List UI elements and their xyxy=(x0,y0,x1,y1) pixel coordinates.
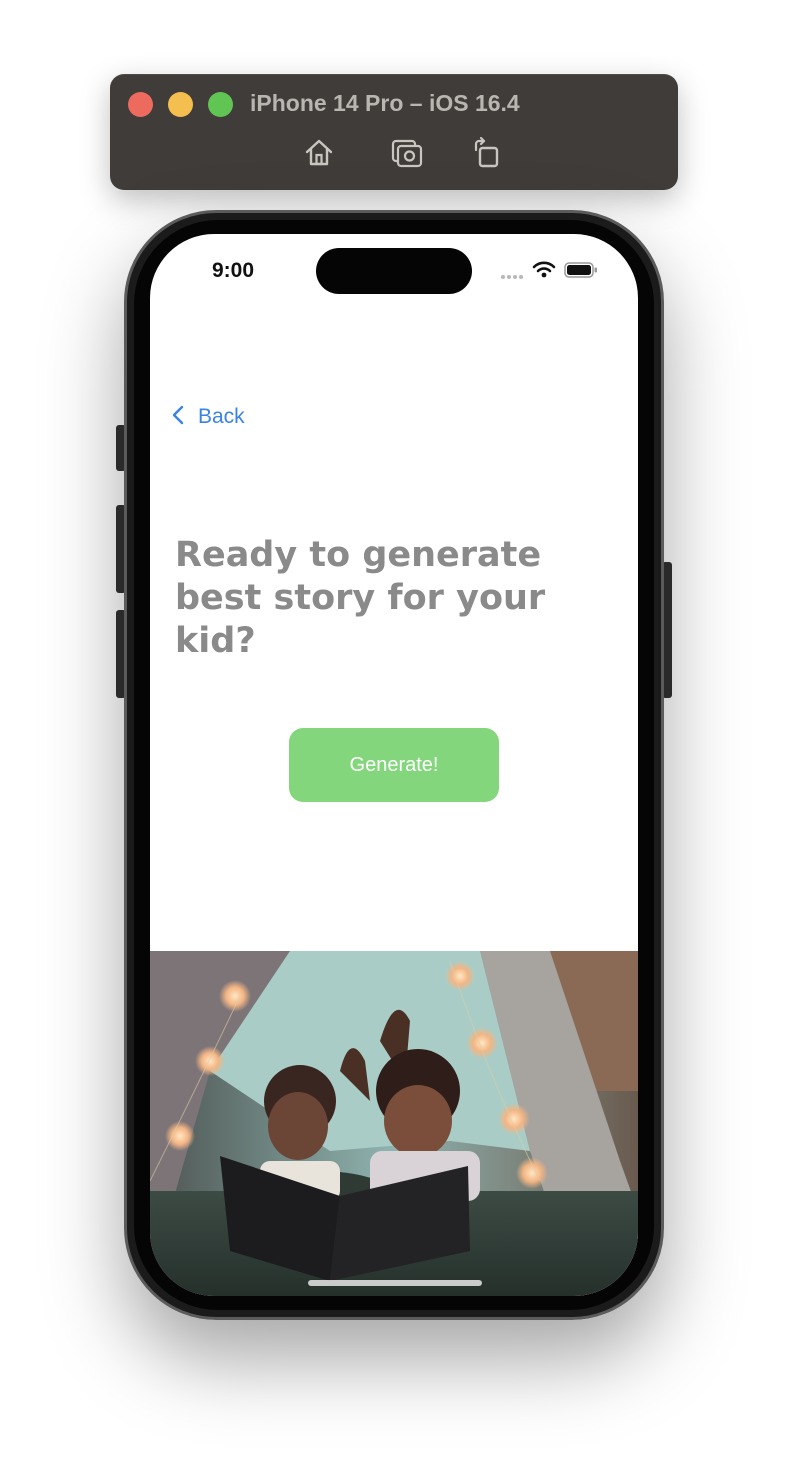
signal-icon xyxy=(500,268,524,286)
status-time: 9:00 xyxy=(212,259,255,282)
simulator-stage: iPhone 14 Pro – iOS 16.4 9:00 Back Ready… xyxy=(0,0,788,1470)
back-button[interactable]: Back xyxy=(172,402,245,432)
home-icon[interactable] xyxy=(302,136,336,170)
close-window-button[interactable] xyxy=(128,92,153,117)
home-indicator[interactable] xyxy=(308,1280,482,1286)
zoom-window-button[interactable] xyxy=(208,92,233,117)
minimize-window-button[interactable] xyxy=(168,92,193,117)
generate-button[interactable]: Generate! xyxy=(289,728,499,802)
back-label: Back xyxy=(198,405,245,428)
dynamic-island xyxy=(316,248,472,294)
page-title: Ready to generate best story for your ki… xyxy=(175,535,546,661)
wifi-icon xyxy=(532,260,556,283)
battery-icon xyxy=(564,262,598,283)
chevron-left-icon xyxy=(172,405,184,430)
rotate-icon[interactable] xyxy=(470,136,504,170)
simulator-title: iPhone 14 Pro – iOS 16.4 xyxy=(250,90,520,116)
phone-screen: 9:00 Back Ready to generate best story f… xyxy=(150,234,638,1296)
kids-reading-photo xyxy=(150,951,638,1296)
screenshot-icon[interactable] xyxy=(390,136,424,170)
